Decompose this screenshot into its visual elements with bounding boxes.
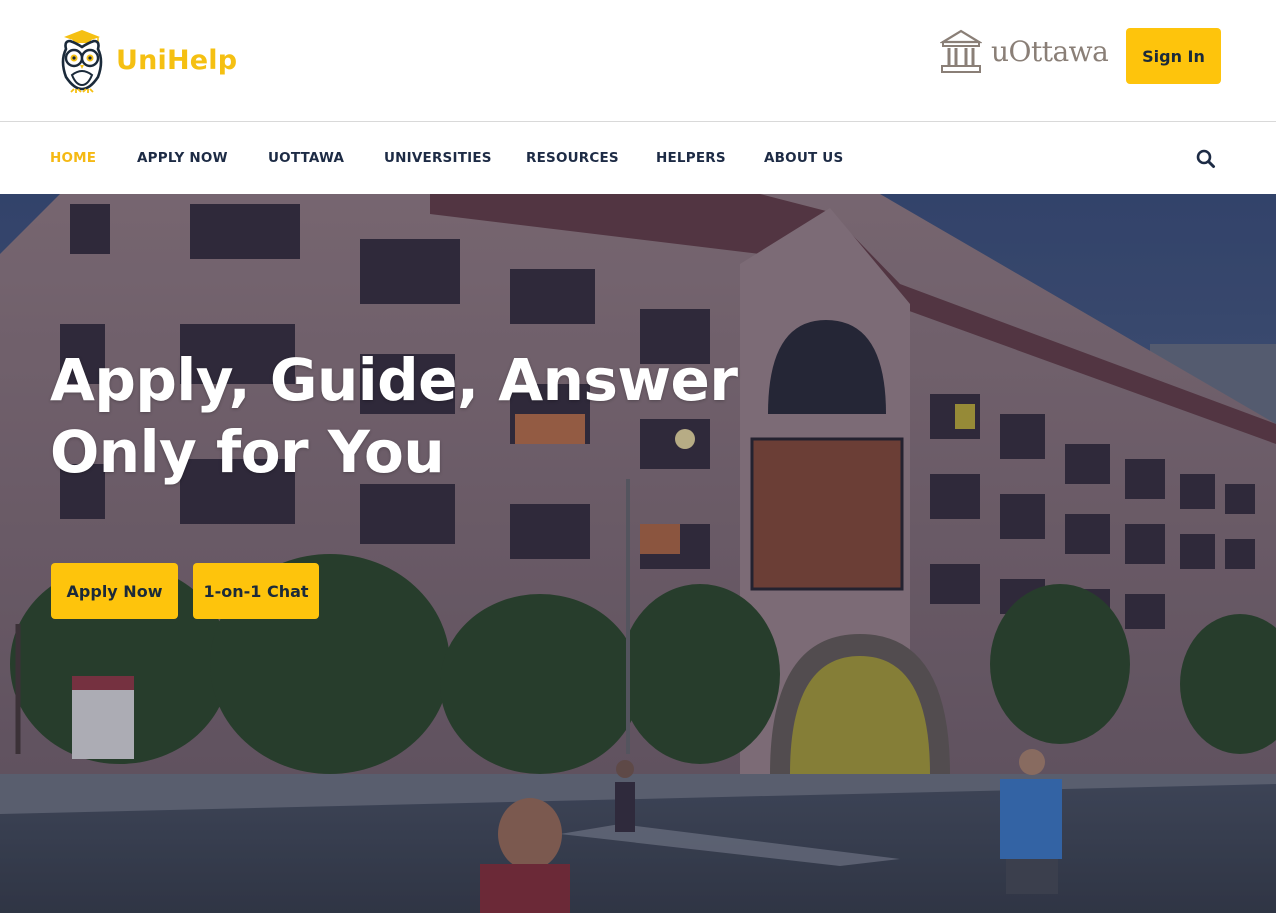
nav-item-universities[interactable]: UNIVERSITIES xyxy=(384,150,492,166)
university-building-icon xyxy=(940,29,982,73)
owl-logo-icon xyxy=(61,30,103,93)
headline-line-1: Apply, Guide, Answer xyxy=(50,346,738,414)
hero-headline: Apply, Guide, Answer Only for You xyxy=(50,344,738,488)
nav-item-helpers[interactable]: HELPERS xyxy=(656,150,726,166)
unihelp-logo[interactable]: UniHelp xyxy=(58,26,237,94)
search-icon[interactable] xyxy=(1196,149,1216,169)
hero-section: Apply, Guide, Answer Only for You Apply … xyxy=(0,194,1276,913)
nav-item-uottawa[interactable]: UOTTAWA xyxy=(268,150,344,166)
main-nav: HOME APPLY NOW UOTTAWA UNIVERSITIES RESO… xyxy=(0,123,1276,194)
sign-in-button[interactable]: Sign In xyxy=(1126,28,1221,84)
brand-name: UniHelp xyxy=(116,44,238,76)
partner-name: uOttawa xyxy=(991,34,1109,68)
one-on-one-chat-button[interactable]: 1-on-1 Chat xyxy=(193,563,319,619)
apply-now-button[interactable]: Apply Now xyxy=(51,563,178,619)
nav-item-home[interactable]: HOME xyxy=(50,150,96,166)
hero-overlay xyxy=(0,194,1276,913)
nav-item-apply-now[interactable]: APPLY NOW xyxy=(137,150,228,166)
headline-line-2: Only for You xyxy=(50,418,445,486)
nav-item-resources[interactable]: RESOURCES xyxy=(526,150,619,166)
nav-item-about-us[interactable]: ABOUT US xyxy=(764,150,843,166)
uottawa-logo[interactable]: uOttawa xyxy=(940,27,1109,75)
site-header: UniHelp uOttawa Sign In xyxy=(0,0,1276,122)
